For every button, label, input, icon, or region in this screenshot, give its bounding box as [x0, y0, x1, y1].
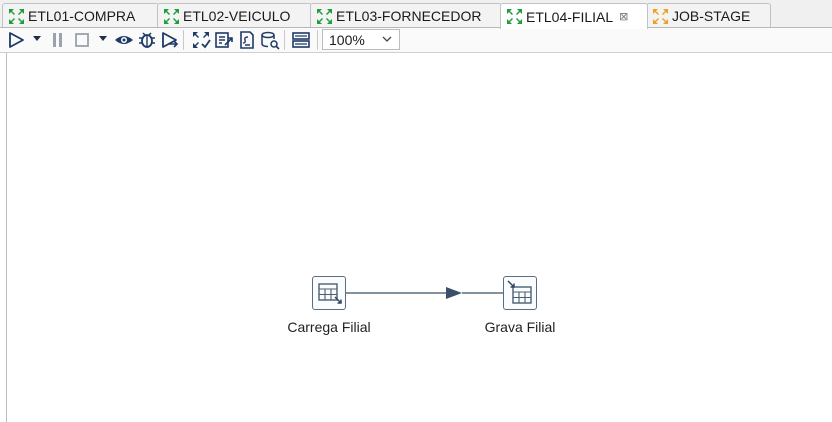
- run-options-dropdown[interactable]: [33, 36, 41, 41]
- tab-label: ETL03-FORNECEDOR: [336, 8, 482, 24]
- run-button[interactable]: [6, 30, 26, 50]
- impact-analysis-button[interactable]: [214, 30, 234, 50]
- stop-button[interactable]: [72, 30, 92, 50]
- tab-etl03-fornecedor[interactable]: ETL03-FORNECEDOR: [310, 3, 502, 28]
- job-icon: [653, 8, 668, 24]
- hop-arrow[interactable]: [7, 53, 832, 422]
- step-label: Grava Filial: [484, 319, 556, 335]
- pause-icon: [53, 33, 62, 47]
- tab-label: JOB-STAGE: [672, 8, 751, 24]
- tab-etl04-filial[interactable]: ETL04-FILIAL ⊠: [500, 3, 648, 29]
- transformation-icon: [9, 8, 24, 24]
- chevron-down-icon: [382, 36, 392, 42]
- tab-label: ETL01-COMPRA: [28, 8, 136, 24]
- tab-label: ETL02-VEICULO: [183, 8, 291, 24]
- toolbar-separator: [183, 30, 184, 50]
- sql-icon: [240, 31, 254, 49]
- replay-button[interactable]: [160, 30, 180, 50]
- tab-etl02-veiculo[interactable]: ETL02-VEICULO: [157, 3, 312, 28]
- transformation-icon: [164, 8, 179, 24]
- step-grava-filial[interactable]: [503, 276, 537, 310]
- stop-icon: [75, 33, 89, 47]
- step-label: Carrega Filial: [287, 319, 371, 335]
- table-output-icon: [507, 280, 532, 304]
- editor-tab-strip: ETL01-COMPRA ETL02-VEICULO ETL03-FORNECE…: [0, 0, 832, 29]
- transformation-icon: [317, 8, 332, 24]
- explore-db-button[interactable]: [260, 30, 280, 50]
- preview-button[interactable]: [114, 30, 134, 50]
- show-results-button[interactable]: [291, 30, 311, 50]
- tab-label: ETL04-FILIAL: [526, 8, 614, 25]
- transformation-canvas[interactable]: Carrega Filial Grava Filial: [6, 53, 832, 422]
- replay-icon: [162, 32, 179, 48]
- step-carrega-filial[interactable]: [312, 276, 346, 310]
- tab-etl01-compra[interactable]: ETL01-COMPRA: [2, 3, 159, 28]
- zoom-value: 100%: [329, 31, 365, 48]
- toolbar-separator: [284, 30, 285, 50]
- verify-icon: [193, 32, 211, 49]
- transformation-icon: [507, 9, 522, 24]
- close-tab-icon[interactable]: ⊠: [619, 10, 628, 23]
- preview-icon: [115, 36, 133, 44]
- tab-job-stage[interactable]: JOB-STAGE: [646, 3, 771, 28]
- toolbar-separator: [317, 30, 318, 50]
- transformation-toolbar: 100%: [0, 28, 832, 53]
- table-input-icon: [318, 283, 342, 304]
- show-results-icon: [292, 32, 310, 48]
- debug-button[interactable]: [137, 30, 157, 50]
- stop-options-dropdown[interactable]: [99, 36, 107, 41]
- run-icon: [9, 32, 24, 48]
- explore-db-icon: [261, 31, 280, 50]
- pause-button[interactable]: [48, 30, 68, 50]
- impact-icon: [215, 32, 233, 48]
- verify-button[interactable]: [191, 30, 211, 50]
- debug-icon: [139, 32, 155, 48]
- zoom-select[interactable]: 100%: [322, 29, 400, 50]
- sql-button[interactable]: [237, 30, 257, 50]
